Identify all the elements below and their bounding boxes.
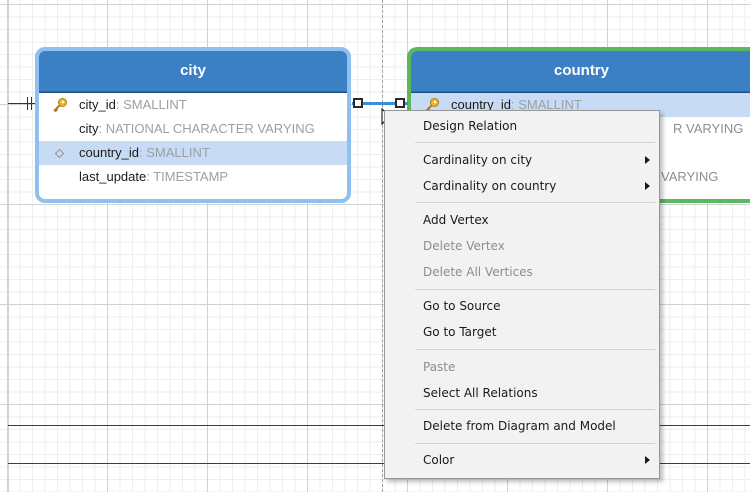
menu-item-cardinality-on-country[interactable]: Cardinality on country [385, 174, 659, 198]
menu-item-paste[interactable]: Paste [385, 355, 659, 379]
column-type: : NATIONAL CHARACTER VARYING [98, 121, 315, 136]
menu-item-delete-vertex[interactable]: Delete Vertex [385, 234, 659, 258]
menu-item-label: Go to Source [423, 299, 501, 313]
menu-item-cardinality-on-city[interactable]: Cardinality on city [385, 148, 659, 172]
column-type: R VARYING [673, 121, 744, 136]
menu-item-select-all-relations[interactable]: Select All Relations [385, 381, 659, 405]
canvas-left-edge [8, 0, 9, 492]
entity-columns: city_id: SMALLINT city: NATIONAL CHARACT… [39, 92, 347, 189]
entity-title: city [39, 51, 347, 92]
chevron-right-icon [645, 456, 650, 464]
menu-item-label: Design Relation [423, 119, 518, 133]
menu-separator [415, 409, 655, 410]
relation-endpoint-handle[interactable] [395, 98, 405, 108]
column-row[interactable]: country_id: SMALLINT [39, 141, 347, 165]
column-row[interactable]: city_id: SMALLINT [39, 93, 347, 117]
menu-separator [415, 289, 655, 290]
menu-separator [415, 443, 655, 444]
key-icon [53, 98, 67, 113]
column-row[interactable]: city: NATIONAL CHARACTER VARYING [39, 117, 347, 141]
menu-item-label: Delete from Diagram and Model [423, 419, 616, 433]
column-type: : SMALLINT [138, 145, 210, 160]
column-type: VARYING [661, 169, 719, 184]
column-row[interactable]: last_update: TIMESTAMP [39, 165, 347, 189]
context-menu: Design Relation Cardinality on city Card… [384, 110, 660, 479]
menu-item-color[interactable]: Color [385, 448, 659, 472]
diamond-icon [55, 149, 64, 158]
column-name: last_update [79, 169, 147, 184]
column-type: : SMALLINT [115, 97, 187, 112]
menu-item-label: Delete All Vertices [423, 265, 533, 279]
menu-item-go-to-target[interactable]: Go to Target [385, 320, 659, 344]
column-name: city [79, 121, 99, 136]
column-type: : TIMESTAMP [146, 169, 229, 184]
menu-item-delete-all-vertices[interactable]: Delete All Vertices [385, 260, 659, 284]
diagram-canvas[interactable]: city city_id: SMALLINT city: NATIONAL CH… [0, 0, 750, 492]
cardinality-one-mark [27, 97, 28, 110]
chevron-right-icon [645, 156, 650, 164]
menu-item-delete-from-diagram-and-model[interactable]: Delete from Diagram and Model [385, 414, 659, 438]
chevron-right-icon [645, 182, 650, 190]
cardinality-one-mark [31, 97, 32, 110]
menu-item-label: Cardinality on country [423, 179, 557, 193]
menu-separator [415, 142, 655, 143]
menu-item-label: Select All Relations [423, 386, 538, 400]
menu-item-add-vertex[interactable]: Add Vertex [385, 208, 659, 232]
entity-title: country [411, 51, 750, 92]
menu-item-label: Color [423, 453, 455, 467]
column-name: city_id [79, 97, 116, 112]
column-name: country_id [79, 145, 139, 160]
relation-endpoint-handle[interactable] [353, 98, 363, 108]
menu-item-label: Cardinality on city [423, 153, 533, 167]
entity-city[interactable]: city city_id: SMALLINT city: NATIONAL CH… [35, 47, 351, 203]
menu-item-label: Delete Vertex [423, 239, 505, 253]
menu-item-label: Go to Target [423, 325, 497, 339]
menu-item-go-to-source[interactable]: Go to Source [385, 294, 659, 318]
page-break-vertical [382, 0, 383, 492]
menu-item-label: Paste [423, 360, 456, 374]
menu-item-design-relation[interactable]: Design Relation [385, 114, 659, 138]
menu-item-label: Add Vertex [423, 213, 489, 227]
menu-separator [415, 349, 655, 350]
menu-separator [415, 202, 655, 203]
